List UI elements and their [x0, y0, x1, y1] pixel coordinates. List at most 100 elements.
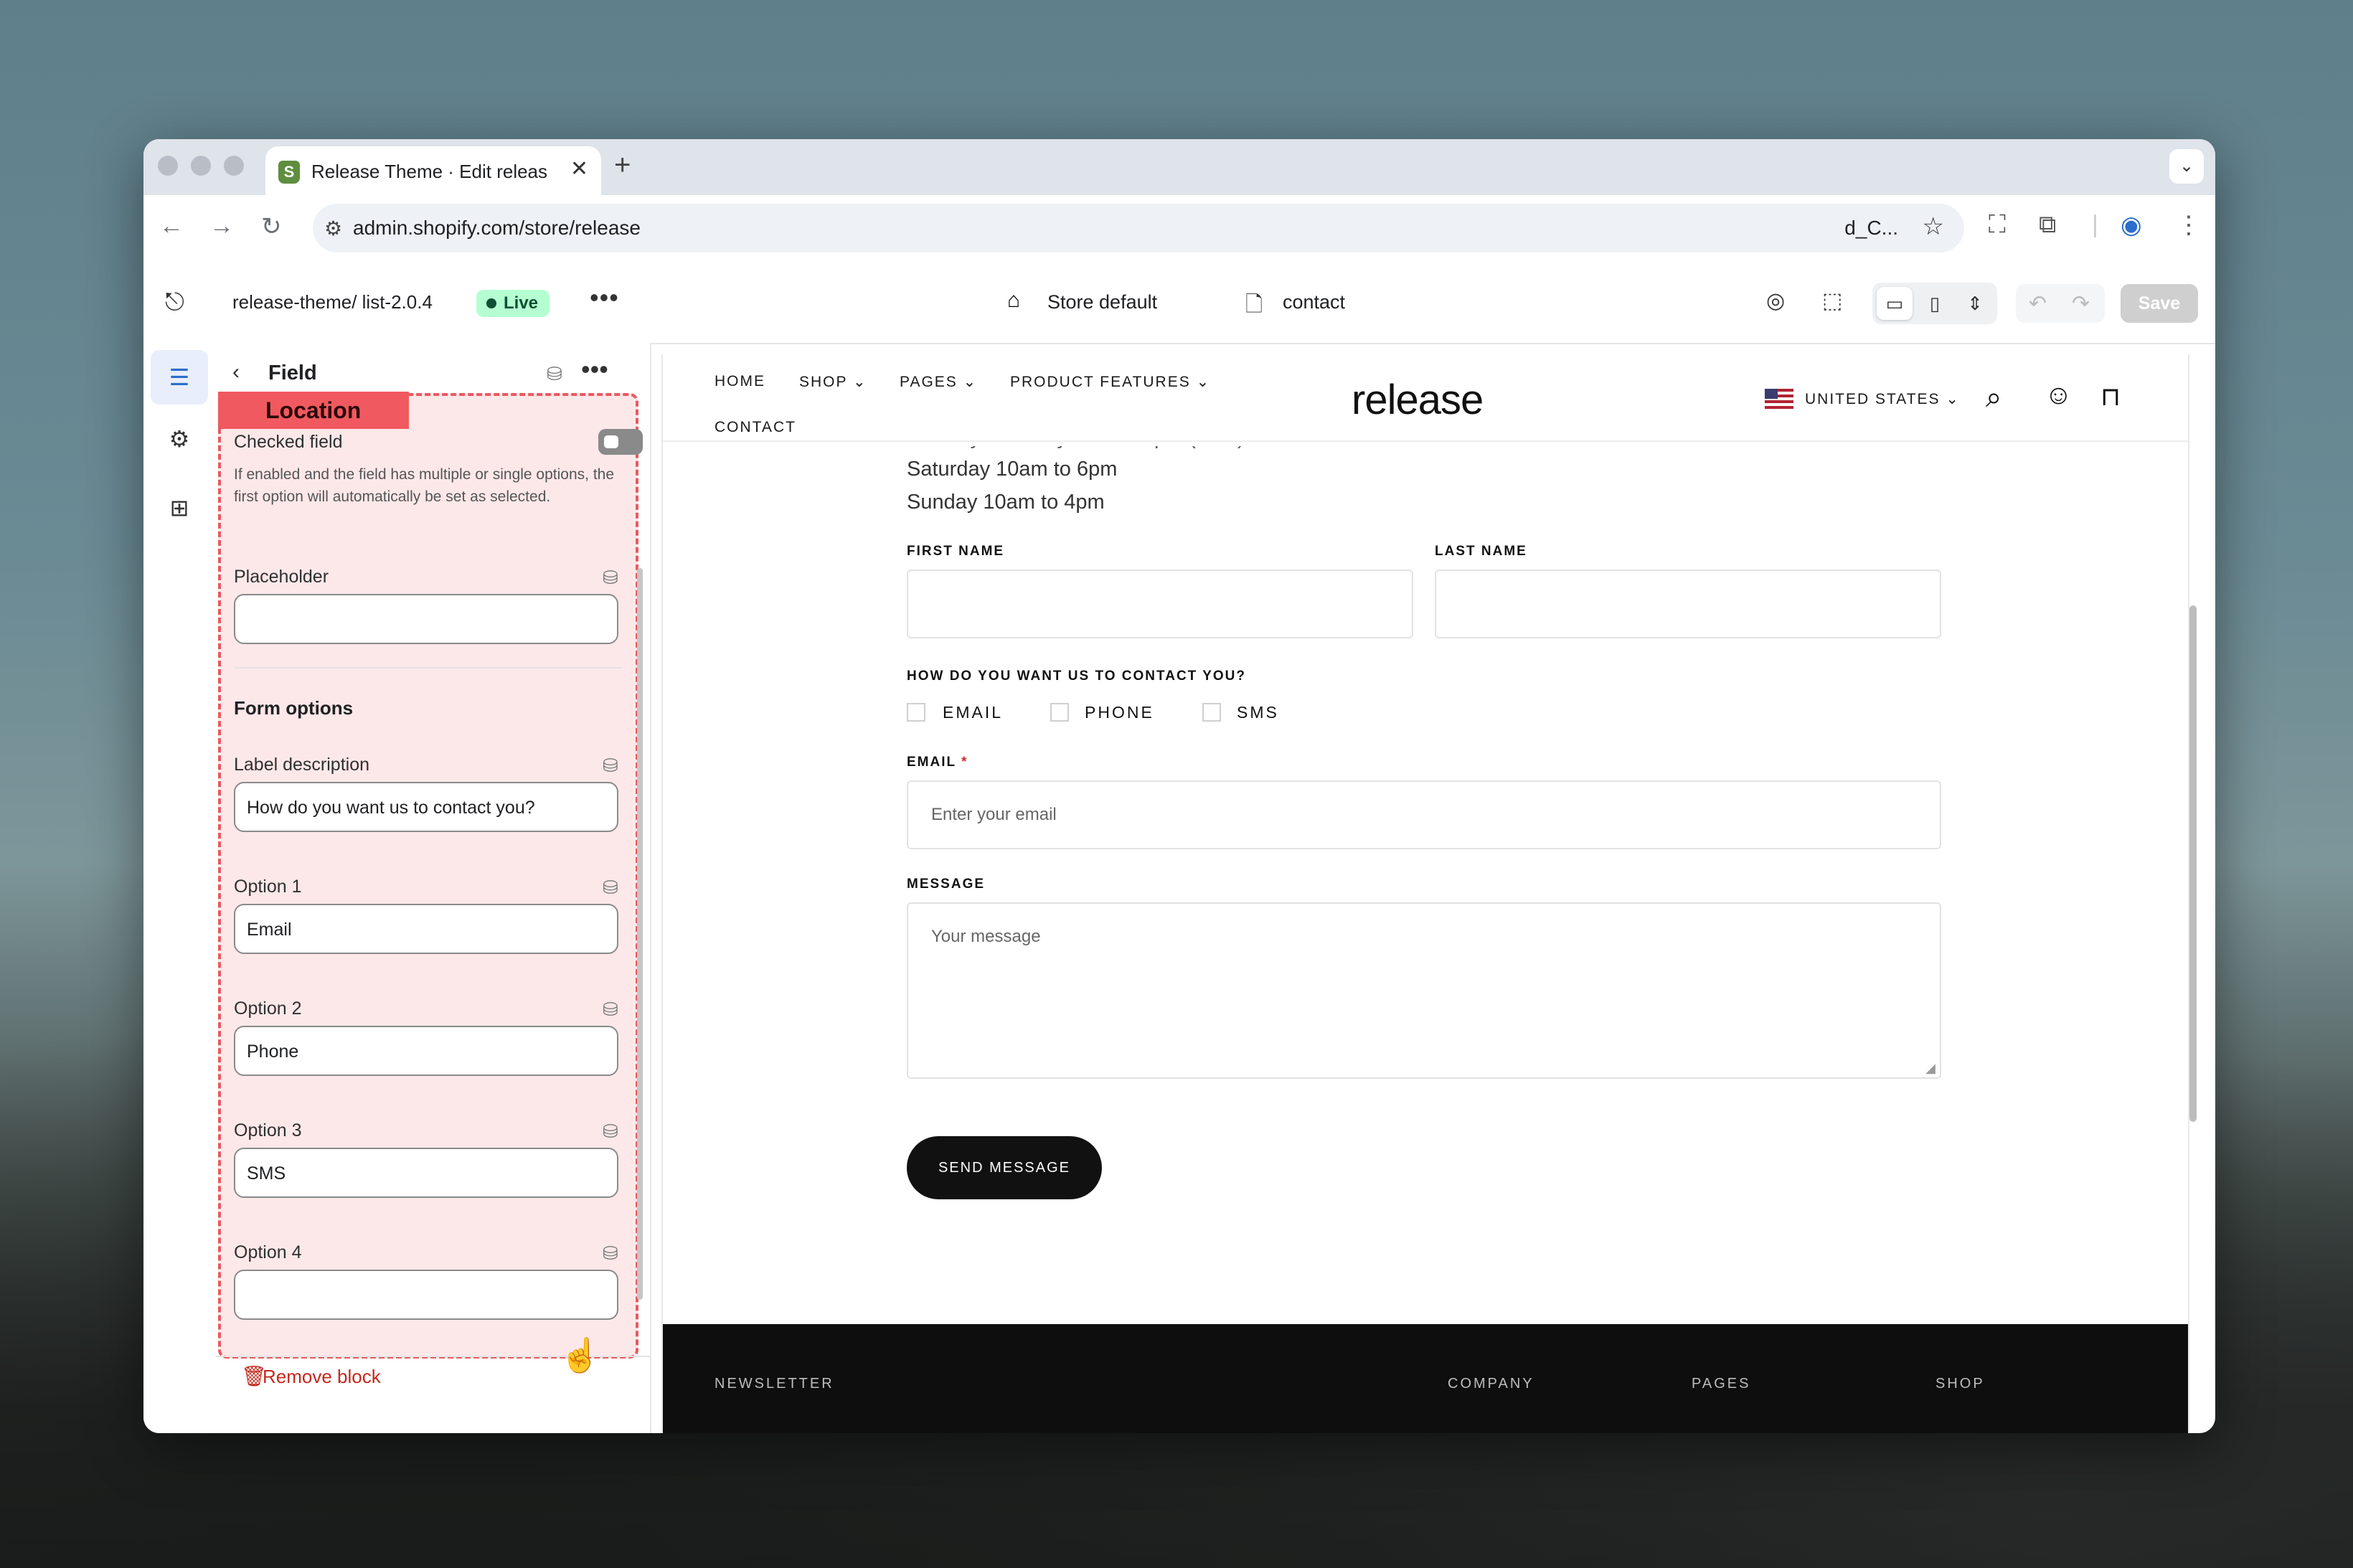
- store-selector[interactable]: Store default: [1047, 291, 1157, 313]
- section-divider: [234, 667, 623, 669]
- chevron-down-icon: ⌄: [1946, 391, 1961, 407]
- cart-icon[interactable]: ⊓: [2100, 382, 2121, 412]
- email-label: EMAIL *: [907, 755, 968, 770]
- us-flag-icon: [1765, 389, 1793, 409]
- chevron-down-icon: ⌄: [852, 374, 867, 390]
- sms-checkbox[interactable]: [1202, 703, 1221, 722]
- address-bar[interactable]: ⚙ admin.shopify.com/store/release d_C...…: [313, 204, 1964, 252]
- forward-icon[interactable]: →: [209, 212, 234, 240]
- back-icon[interactable]: ←: [159, 212, 184, 240]
- reload-icon[interactable]: ↻: [261, 212, 282, 241]
- close-tab-icon[interactable]: ✕: [570, 156, 588, 181]
- phone-checkbox[interactable]: [1050, 703, 1069, 722]
- site-settings-icon[interactable]: ⚙: [324, 217, 342, 240]
- option-1-input[interactable]: Email: [234, 904, 618, 954]
- label-description-source-icon[interactable]: ⛁: [603, 755, 618, 777]
- viewport-switcher: ▭ ▯ ⇕: [1872, 283, 1997, 324]
- nav-contact[interactable]: CONTACT: [715, 419, 796, 436]
- sensei-icon[interactable]: ◎: [1766, 288, 1785, 313]
- tab-search-chevron-icon[interactable]: ⌄: [2169, 149, 2204, 184]
- undo-redo-group: ↶ ↷: [2016, 284, 2105, 323]
- nav-product-features-label: PRODUCT FEATURES: [1010, 374, 1191, 390]
- account-icon[interactable]: ☺: [2045, 380, 2073, 411]
- option-4-input[interactable]: [234, 1270, 618, 1320]
- tab-bar: S Release Theme · Edit release ✕ + ⌄: [143, 139, 2215, 195]
- bookmark-star-icon[interactable]: ☆: [1923, 212, 1944, 241]
- first-name-label: FIRST NAME: [907, 544, 1005, 559]
- nav-shop[interactable]: SHOP ⌄: [799, 373, 867, 391]
- preview-scrollbar[interactable]: [2189, 605, 2197, 1122]
- store-logo[interactable]: release: [1352, 376, 1484, 424]
- option-1-label: Option 1: [234, 877, 302, 897]
- browser-menu-icon[interactable]: ⋮: [2177, 211, 2201, 240]
- option-4-source-icon[interactable]: ⛁: [603, 1242, 618, 1265]
- label-description-label: Label description: [234, 755, 370, 775]
- option-3-source-icon[interactable]: ⛁: [603, 1120, 618, 1143]
- storefront-preview: HOME SHOP ⌄ PAGES ⌄ PRODUCT FEATURES ⌄ C…: [661, 354, 2189, 1433]
- sms-option-label: SMS: [1237, 703, 1279, 722]
- country-label: UNITED STATES: [1805, 391, 1941, 407]
- page-selector[interactable]: contact: [1283, 291, 1345, 313]
- profile-icon[interactable]: ◉: [2121, 211, 2142, 240]
- location-tag: Location: [218, 392, 409, 429]
- toolbar-divider: |: [2092, 211, 2098, 238]
- email-option-label: EMAIL: [943, 703, 1004, 722]
- message-label: MESSAGE: [907, 877, 986, 892]
- undo-icon[interactable]: ↶: [2029, 291, 2047, 316]
- screenshot-icon[interactable]: ⛶: [1989, 211, 2006, 239]
- toggle-knob: [604, 435, 618, 448]
- close-window-button[interactable]: [158, 156, 178, 176]
- sidebar-scrollbar[interactable]: [637, 568, 643, 1300]
- exit-icon[interactable]: ⎋: [165, 288, 184, 316]
- redo-icon[interactable]: ↷: [2072, 291, 2090, 316]
- url-text: admin.shopify.com/store/release: [353, 217, 641, 239]
- save-button[interactable]: Save: [2121, 284, 2198, 323]
- fullscreen-view-icon[interactable]: ⇕: [1957, 287, 1993, 320]
- resize-handle-icon[interactable]: ◢: [1925, 1061, 1935, 1076]
- message-textarea[interactable]: Your message ◢: [907, 902, 1941, 1079]
- checked-field-toggle[interactable]: [598, 429, 643, 455]
- placeholder-input[interactable]: [234, 594, 618, 644]
- back-chevron-icon[interactable]: ‹: [232, 360, 240, 384]
- country-selector[interactable]: UNITED STATES ⌄: [1805, 390, 1960, 408]
- extensions-icon[interactable]: ⧉: [2039, 211, 2056, 239]
- theme-settings-icon[interactable]: ⚙: [151, 412, 208, 466]
- email-placeholder: Enter your email: [931, 805, 1057, 824]
- nav-product-features[interactable]: PRODUCT FEATURES ⌄: [1010, 373, 1210, 391]
- placeholder-source-icon[interactable]: ⛁: [603, 567, 618, 589]
- location-highlight: [218, 393, 638, 1359]
- option-3-input[interactable]: SMS: [234, 1148, 618, 1198]
- live-dot-icon: [486, 298, 496, 308]
- page-icon: 🗋: [1245, 293, 1263, 316]
- inspector-icon[interactable]: ⬚: [1822, 288, 1842, 313]
- option-1-source-icon[interactable]: ⛁: [603, 877, 618, 899]
- label-description-input[interactable]: How do you want us to contact you?: [234, 782, 618, 832]
- email-checkbox[interactable]: [907, 703, 925, 722]
- message-placeholder: Your message: [931, 927, 1041, 946]
- browser-tab[interactable]: S Release Theme · Edit release ✕: [265, 146, 601, 195]
- option-2-source-icon[interactable]: ⛁: [603, 998, 618, 1021]
- maximize-window-button[interactable]: [224, 156, 244, 176]
- remove-block-button[interactable]: Remove block: [263, 1366, 381, 1388]
- nav-home[interactable]: HOME: [715, 373, 765, 390]
- new-tab-icon[interactable]: +: [614, 149, 631, 181]
- desktop-view-icon[interactable]: ▭: [1877, 287, 1913, 320]
- sections-icon[interactable]: ☰: [151, 350, 208, 405]
- app-embeds-icon[interactable]: ⊞: [151, 481, 208, 535]
- theme-actions-icon[interactable]: •••: [590, 283, 619, 313]
- last-name-input[interactable]: [1435, 570, 1941, 638]
- header-divider: [663, 440, 2188, 442]
- mobile-view-icon[interactable]: ▯: [1917, 287, 1953, 320]
- first-name-input[interactable]: [907, 570, 1413, 638]
- search-icon[interactable]: ⌕: [1986, 382, 2001, 414]
- address-bar-row: ← → ↻ ⚙ admin.shopify.com/store/release …: [143, 195, 2215, 265]
- minimize-window-button[interactable]: [191, 156, 211, 176]
- placeholder-label: Placeholder: [234, 567, 329, 587]
- nav-pages[interactable]: PAGES ⌄: [900, 373, 977, 391]
- email-input[interactable]: Enter your email: [907, 780, 1941, 849]
- contact-method-label: HOW DO YOU WANT US TO CONTACT YOU?: [907, 669, 1246, 684]
- option-2-input[interactable]: Phone: [234, 1026, 618, 1076]
- panel-more-icon[interactable]: •••: [581, 354, 608, 384]
- send-message-button[interactable]: SEND MESSAGE: [907, 1136, 1102, 1199]
- dynamic-source-icon[interactable]: ⛁: [547, 363, 562, 385]
